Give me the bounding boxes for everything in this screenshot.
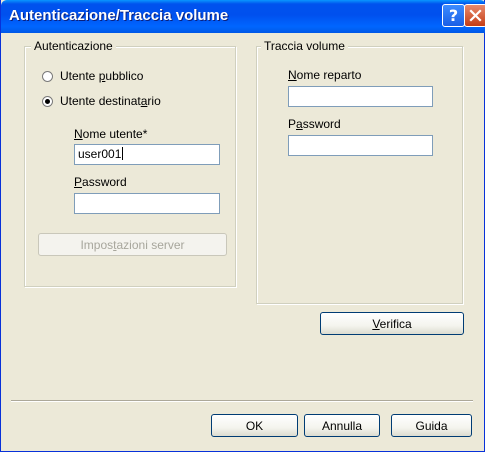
ok-label: OK xyxy=(245,418,264,433)
username-value: user001 xyxy=(78,147,122,161)
username-input[interactable]: user001 xyxy=(74,144,220,165)
username-label: Nome utente* xyxy=(74,127,148,141)
volume-tracking-group-title: Traccia volume xyxy=(261,39,348,53)
volume-password-input[interactable] xyxy=(288,135,433,156)
footer-separator xyxy=(11,400,473,402)
help-icon: ? xyxy=(448,5,459,25)
volume-tracking-group: Traccia volume Nome reparto Password xyxy=(256,39,463,304)
ok-button[interactable]: OK xyxy=(211,414,298,437)
volume-password-label: Password xyxy=(288,117,341,131)
radio-public-label: Utente pubblico xyxy=(60,69,144,83)
radio-recipient-label: Utente destinatario xyxy=(60,94,161,108)
password-input[interactable] xyxy=(74,193,220,214)
verify-label: Verifica xyxy=(372,316,412,331)
department-name-input[interactable] xyxy=(288,86,433,107)
server-settings-label: Impostazioni server xyxy=(80,237,185,252)
password-label: Password xyxy=(74,175,127,189)
radio-recipient-user[interactable]: Utente destinatario xyxy=(42,94,161,108)
text-caret xyxy=(122,147,124,160)
close-icon xyxy=(469,9,482,22)
server-settings-button[interactable]: Impostazioni server xyxy=(38,233,227,256)
radio-public-user[interactable]: Utente pubblico xyxy=(42,69,143,83)
radio-public-indicator[interactable] xyxy=(42,70,53,82)
close-button[interactable] xyxy=(464,4,485,27)
window-title: Autenticazione/Traccia volume xyxy=(9,7,229,24)
help-button[interactable]: ? xyxy=(442,4,465,27)
dialog-window: Autenticazione/Traccia volume ? Autentic… xyxy=(0,0,485,452)
radio-recipient-indicator[interactable] xyxy=(42,95,53,107)
guide-button[interactable]: Guida xyxy=(391,414,472,437)
cancel-button[interactable]: Annulla xyxy=(304,414,380,437)
cancel-label: Annulla xyxy=(321,418,363,433)
guide-label: Guida xyxy=(415,418,448,433)
authentication-group-title: Autenticazione xyxy=(31,39,116,53)
department-name-label: Nome reparto xyxy=(288,68,362,82)
authentication-group: Autenticazione Utente pubblico Utente de… xyxy=(24,39,236,287)
title-bar[interactable]: Autenticazione/Traccia volume ? xyxy=(1,0,485,33)
verify-button[interactable]: Verifica xyxy=(320,312,464,335)
